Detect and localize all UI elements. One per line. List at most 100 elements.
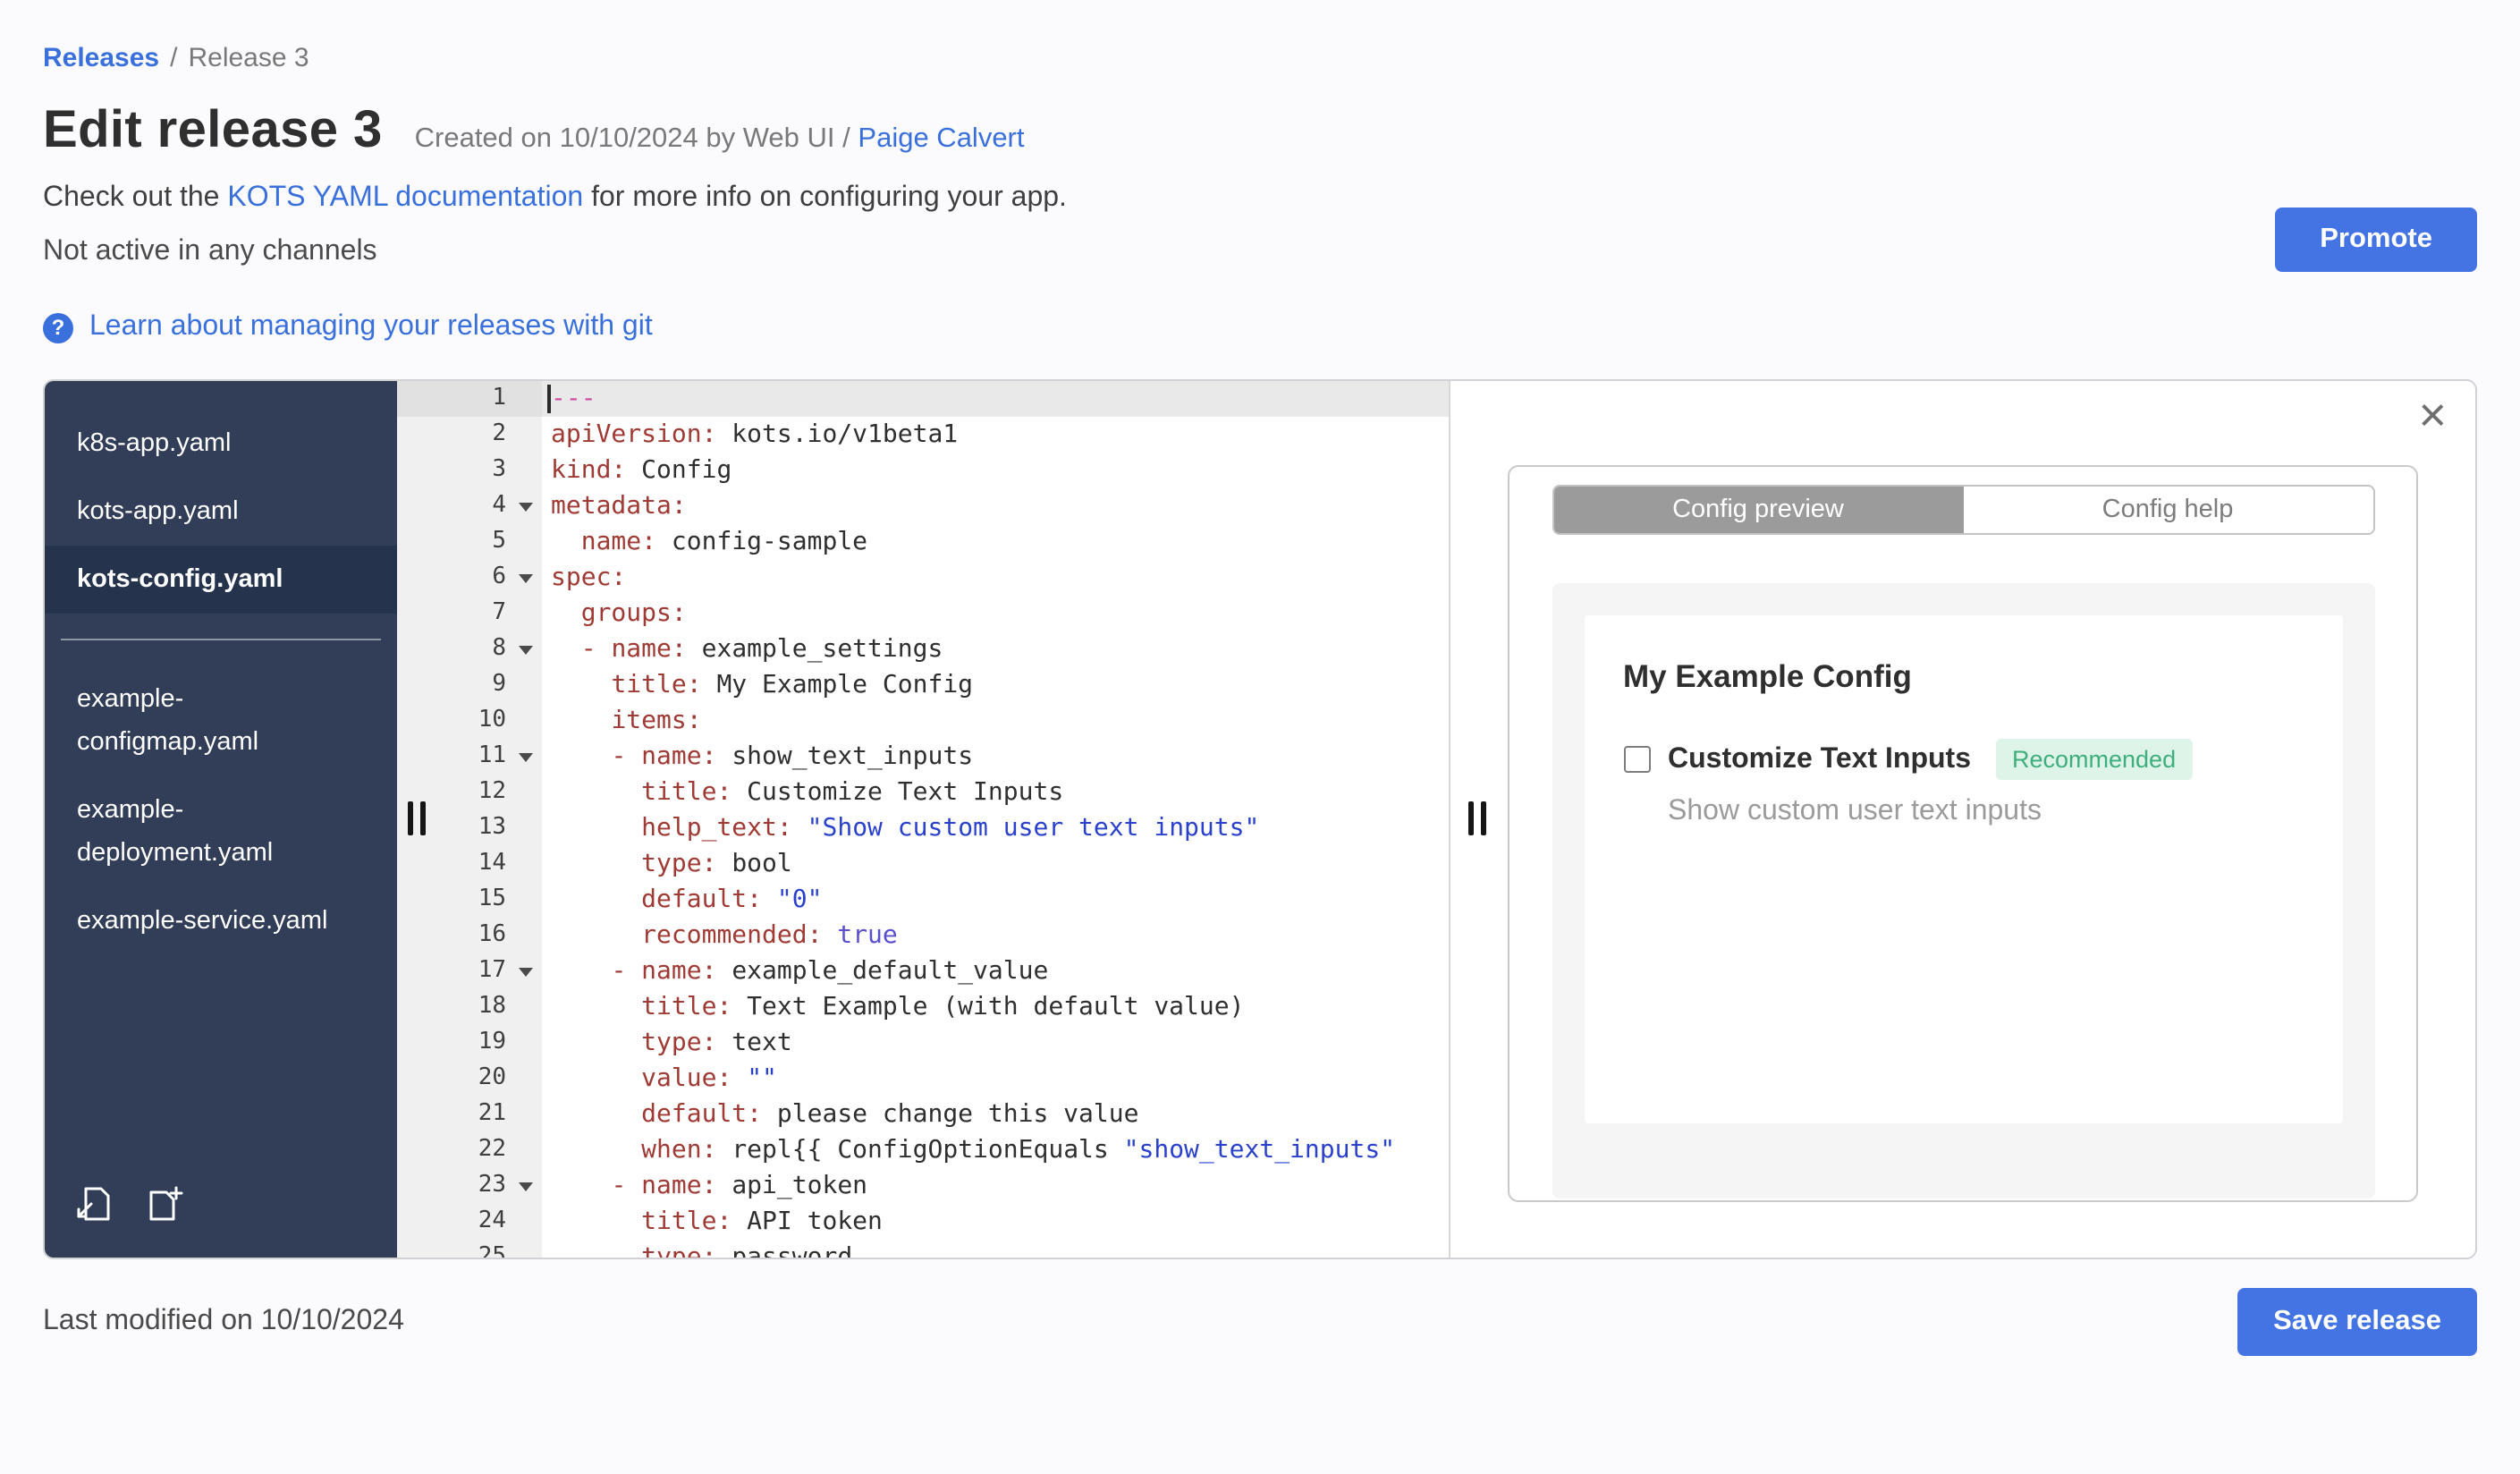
promote-button[interactable]: Promote [2275,208,2477,272]
code-line[interactable]: 3 kind: Config [397,453,1449,488]
line-number: 25 [397,1240,542,1258]
fold-arrow-icon[interactable] [519,967,533,976]
help-question-icon[interactable]: ? [43,312,73,343]
line-number: 22 [397,1132,542,1168]
config-item-row: Customize Text Inputs Recommended [1623,739,2303,780]
fold-arrow-icon[interactable] [519,645,533,654]
breadcrumb-releases-link[interactable]: Releases [43,43,159,73]
tab-config-preview[interactable]: Config preview [1553,487,1963,533]
config-preview-card: Config preview Config help My Example Con… [1508,465,2418,1202]
code-line[interactable]: 8 - name: example_settings [397,631,1449,667]
info-prefix: Check out the [43,182,228,213]
config-form: My Example Config Customize Text Inputs … [1584,615,2342,1123]
file-item-k8s-app.yaml[interactable]: k8s-app.yaml [45,410,397,478]
fold-arrow-icon[interactable] [519,573,533,582]
fold-arrow-icon[interactable] [519,1182,533,1190]
code-line[interactable]: 14 type: bool [397,846,1449,882]
line-number: 16 [397,918,542,953]
edit-release-page: Releases / Release 3 Edit release 3 Create… [0,0,2520,1431]
line-number: 7 [397,596,542,631]
page-title: Edit release 3 [43,102,383,159]
kots-docs-link[interactable]: KOTS YAML documentation [227,182,583,213]
code-line[interactable]: 16 recommended: true [397,918,1449,953]
config-preview-panel: × Config preview Config help My Example C… [1450,381,2475,1258]
file-tree-actions [73,1184,184,1233]
code-line[interactable]: 23 - name: api_token [397,1168,1449,1204]
title-row: Edit release 3 Created on 10/10/2024 by … [43,102,2477,161]
resize-handle-editor-preview[interactable] [1468,801,1486,835]
upload-file-icon[interactable] [73,1184,113,1233]
code-line[interactable]: 24 title: API token [397,1204,1449,1240]
line-number: 11 [397,739,542,775]
code-line[interactable]: 9 title: My Example Config [397,667,1449,703]
line-number: 2 [397,417,542,453]
line-number: 5 [397,524,542,560]
code-line[interactable]: 6 spec: [397,560,1449,596]
channel-status-text: Not active in any channels [43,236,377,267]
code-editor[interactable]: 1 --- 2 apiVersion: kots.io/v1beta1 3 kind: C… [397,381,1450,1258]
line-number: 20 [397,1061,542,1097]
app-root: Releases / Release 3 Edit release 3 Create… [0,0,2520,1474]
code-line[interactable]: 22 when: repl{{ ConfigOptionEquals "show… [397,1132,1449,1168]
code-line[interactable]: 21 default: please change this value [397,1097,1449,1132]
line-number: 14 [397,846,542,882]
created-text: Created on 10/10/2024 by Web UI / Paige … [415,123,1025,156]
code-line[interactable]: 11 - name: show_text_inputs [397,739,1449,775]
git-releases-link[interactable]: Learn about managing your releases with … [89,311,653,343]
file-item-kots-app.yaml[interactable]: kots-app.yaml [45,478,397,546]
line-number: 9 [397,667,542,703]
git-help-row: ? Learn about managing your releases wit… [43,311,2477,343]
code-line[interactable]: 20 value: "" [397,1061,1449,1097]
last-modified-text: Last modified on 10/10/2024 [43,1306,404,1336]
code-line[interactable]: 18 title: Text Example (with default val… [397,989,1449,1025]
file-item-example-configmap.yaml[interactable]: example-configmap.yaml [45,665,397,776]
code-line[interactable]: 15 default: "0" [397,882,1449,918]
author-link[interactable]: Paige Calvert [858,123,1024,154]
code-line[interactable]: 17 - name: example_default_value [397,953,1449,989]
code-line[interactable]: 19 type: text [397,1025,1449,1061]
line-number: 10 [397,703,542,739]
file-item-example-deployment.yaml[interactable]: example-deployment.yaml [45,776,397,887]
code-line[interactable]: 10 items: [397,703,1449,739]
line-number: 8 [397,631,542,667]
line-number: 24 [397,1204,542,1240]
line-number: 15 [397,882,542,918]
preview-tabs: Config preview Config help [1552,485,2374,535]
breadcrumb: Releases / Release 3 [43,43,2477,73]
info-row: Check out the KOTS YAML documentation fo… [43,182,2477,215]
new-file-icon[interactable] [145,1184,184,1233]
line-number: 1 [397,381,542,417]
line-number: 17 [397,953,542,989]
line-number: 4 [397,488,542,524]
line-number: 6 [397,560,542,596]
code-line[interactable]: 12 title: Customize Text Inputs [397,775,1449,810]
config-preview-body: My Example Config Customize Text Inputs … [1552,583,2374,1199]
save-release-button[interactable]: Save release [2237,1288,2477,1356]
tab-config-help[interactable]: Config help [1963,487,2372,533]
code-line[interactable]: 5 name: config-sample [397,524,1449,560]
code-line[interactable]: 1 --- [397,381,1449,417]
code-line[interactable]: 4 metadata: [397,488,1449,524]
code-line[interactable]: 2 apiVersion: kots.io/v1beta1 [397,417,1449,453]
resize-handle-files-editor[interactable] [408,801,426,835]
close-icon[interactable]: × [2418,391,2447,440]
code-line[interactable]: 13 help_text: "Show custom user text inp… [397,810,1449,846]
line-number: 18 [397,989,542,1025]
release-workbench: k8s-app.yaml kots-app.yaml kots-config.yam… [43,379,2477,1259]
config-item-label: Customize Text Inputs [1668,743,1971,774]
created-prefix: Created on 10/10/2024 by Web UI / [414,123,850,154]
fold-arrow-icon[interactable] [519,752,533,761]
line-number: 3 [397,453,542,488]
config-item-checkbox[interactable] [1623,746,1650,773]
code-line[interactable]: 7 groups: [397,596,1449,631]
breadcrumb-separator: / [170,43,178,73]
line-number: 21 [397,1097,542,1132]
breadcrumb-current: Release 3 [188,43,309,73]
code-line[interactable]: 25 type: password [397,1240,1449,1258]
file-item-kots-config.yaml[interactable]: kots-config.yaml [45,546,397,614]
file-item-example-service.yaml[interactable]: example-service.yaml [45,887,397,955]
fold-arrow-icon[interactable] [519,502,533,511]
file-list-divider [61,639,381,640]
recommended-badge: Recommended [1996,739,2193,780]
footer: Last modified on 10/10/2024 Save release [43,1288,2477,1356]
